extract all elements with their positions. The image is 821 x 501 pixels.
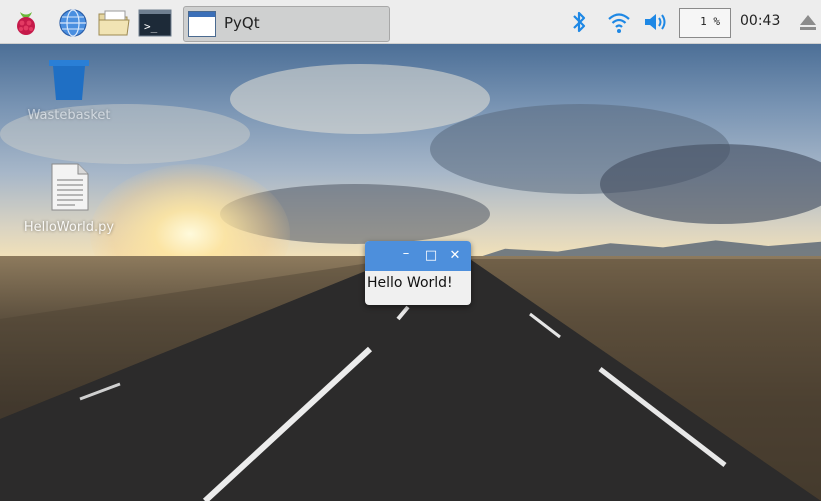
volume-button[interactable] xyxy=(642,9,666,35)
desktop-icon-label: HelloWorld.py xyxy=(23,220,115,235)
raspberry-menu-button[interactable] xyxy=(10,8,42,38)
eject-button[interactable] xyxy=(798,9,821,35)
file-manager-launcher[interactable] xyxy=(97,8,130,38)
desktop-icon-wastebasket[interactable]: Wastebasket xyxy=(14,56,124,146)
wifi-button[interactable] xyxy=(607,9,631,35)
browser-launcher[interactable] xyxy=(57,8,89,38)
hello-world-window[interactable]: – □ ✕ Hello World! xyxy=(365,241,471,305)
desktop-icon-helloworld-py[interactable]: HelloWorld.py xyxy=(14,162,124,242)
volume-icon xyxy=(645,14,666,30)
globe-icon xyxy=(59,9,87,37)
desktop-icon-label: Wastebasket xyxy=(27,108,111,123)
wifi-icon xyxy=(608,13,630,33)
window-icon xyxy=(188,11,216,37)
window-titlebar[interactable]: – □ ✕ xyxy=(365,241,471,271)
minimize-button[interactable]: – xyxy=(397,245,415,263)
clock[interactable]: 00:43 xyxy=(740,13,780,29)
terminal-launcher[interactable]: >_ xyxy=(138,8,172,38)
maximize-button[interactable]: □ xyxy=(422,247,440,265)
taskbar-window-label: PyQt xyxy=(224,14,260,32)
bluetooth-icon xyxy=(573,11,586,33)
eject-icon xyxy=(800,15,816,30)
terminal-icon: >_ xyxy=(138,9,172,37)
close-button[interactable]: ✕ xyxy=(446,247,464,265)
folder-icon xyxy=(98,10,130,36)
trash-icon xyxy=(49,60,89,100)
taskbar: >_ PyQt 1 % 00:43 xyxy=(0,0,821,44)
terminal-glyph: >_ xyxy=(144,20,158,33)
taskbar-window-button-pyqt[interactable]: PyQt xyxy=(183,6,390,42)
cpu-usage-label: 1 % xyxy=(700,15,720,28)
text-file-icon xyxy=(51,163,89,211)
bluetooth-button[interactable] xyxy=(567,9,591,35)
hello-world-label: Hello World! xyxy=(367,275,453,291)
raspberry-icon xyxy=(17,12,35,35)
cpu-monitor[interactable]: 1 % xyxy=(679,8,731,38)
wallpaper-cloud xyxy=(230,64,490,134)
